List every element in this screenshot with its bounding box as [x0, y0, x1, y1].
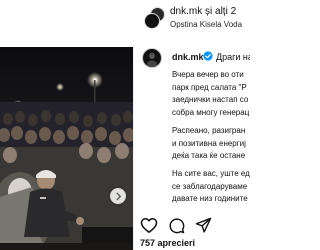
caption-line: парк пред салата "Р — [172, 82, 247, 92]
heart-icon[interactable] — [140, 217, 158, 234]
caption-line: деќа така ќе остане — [172, 151, 246, 160]
caption-line: заеднички настап со — [172, 95, 249, 104]
post-authors[interactable]: dnk.mk și alți 2 — [170, 6, 236, 17]
caption-username[interactable]: dnk.mk — [172, 52, 204, 62]
concert-photo — [0, 47, 133, 250]
group-avatar-front[interactable] — [144, 13, 160, 29]
caption-line: и позитивна енергиј — [172, 138, 246, 148]
carousel-next-button[interactable] — [110, 188, 126, 204]
caption-line: се заблагодаруваме — [172, 181, 248, 191]
caption-line: давате низ годините — [172, 194, 248, 203]
post-photo[interactable] — [0, 47, 133, 250]
caption-avatar[interactable] — [142, 48, 162, 68]
caption-line: Распеано, разигран — [172, 126, 246, 135]
post-location[interactable]: Opstina Kisela Voda — [170, 20, 242, 29]
share-icon[interactable] — [195, 217, 212, 234]
caption-line: На сите вас, уште ед — [172, 169, 250, 178]
comment-icon[interactable] — [168, 217, 185, 234]
caption-line: собра многу генерац — [172, 107, 250, 117]
profile-picture — [147, 53, 157, 67]
post-header: dnk.mk și alți 2 Opstina Kisela Voda — [0, 0, 250, 40]
chevron-right-icon — [116, 192, 121, 200]
post-modal: dnk.mk și alți 2 Opstina Kisela Voda dnk… — [0, 0, 250, 250]
caption-text-start: Драги наш — [216, 52, 250, 62]
caption-line: Вчера вечер во оти — [172, 70, 244, 79]
likes-count[interactable]: 757 aprecieri — [140, 238, 195, 248]
verified-badge-icon — [203, 51, 213, 61]
